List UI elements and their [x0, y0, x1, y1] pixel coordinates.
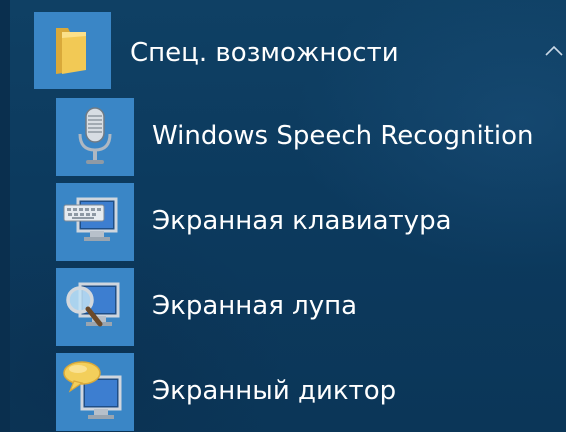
chevron-up-icon[interactable]	[543, 40, 565, 62]
magnifier-icon	[66, 282, 120, 327]
narrator-icon	[63, 361, 122, 419]
item-label: Экранная лупа	[152, 291, 358, 321]
group-label: Спец. возможности	[130, 38, 399, 68]
group-header-accessibility[interactable]: Спец. возможности	[34, 12, 566, 100]
onscreen-keyboard-icon	[63, 197, 118, 241]
start-menu-app-list: Спец. возможности Windows Speech Recogni…	[0, 0, 566, 432]
microphone-icon	[78, 107, 112, 164]
item-label: Экранная клавиатура	[152, 206, 452, 236]
item-tile	[56, 98, 134, 176]
item-tile	[56, 183, 134, 261]
left-edge	[0, 0, 10, 432]
group-tile	[34, 12, 111, 89]
list-item-speech-recognition[interactable]: Windows Speech Recognition	[56, 98, 566, 178]
item-label: Экранный диктор	[152, 376, 397, 406]
item-label: Windows Speech Recognition	[152, 121, 534, 151]
list-item-narrator[interactable]: Экранный диктор	[56, 353, 566, 432]
list-item-onscreen-keyboard[interactable]: Экранная клавиатура	[56, 183, 566, 263]
folder-icon	[56, 28, 86, 74]
item-tile	[56, 268, 134, 346]
list-item-magnifier[interactable]: Экранная лупа	[56, 268, 566, 348]
item-tile	[56, 353, 134, 431]
